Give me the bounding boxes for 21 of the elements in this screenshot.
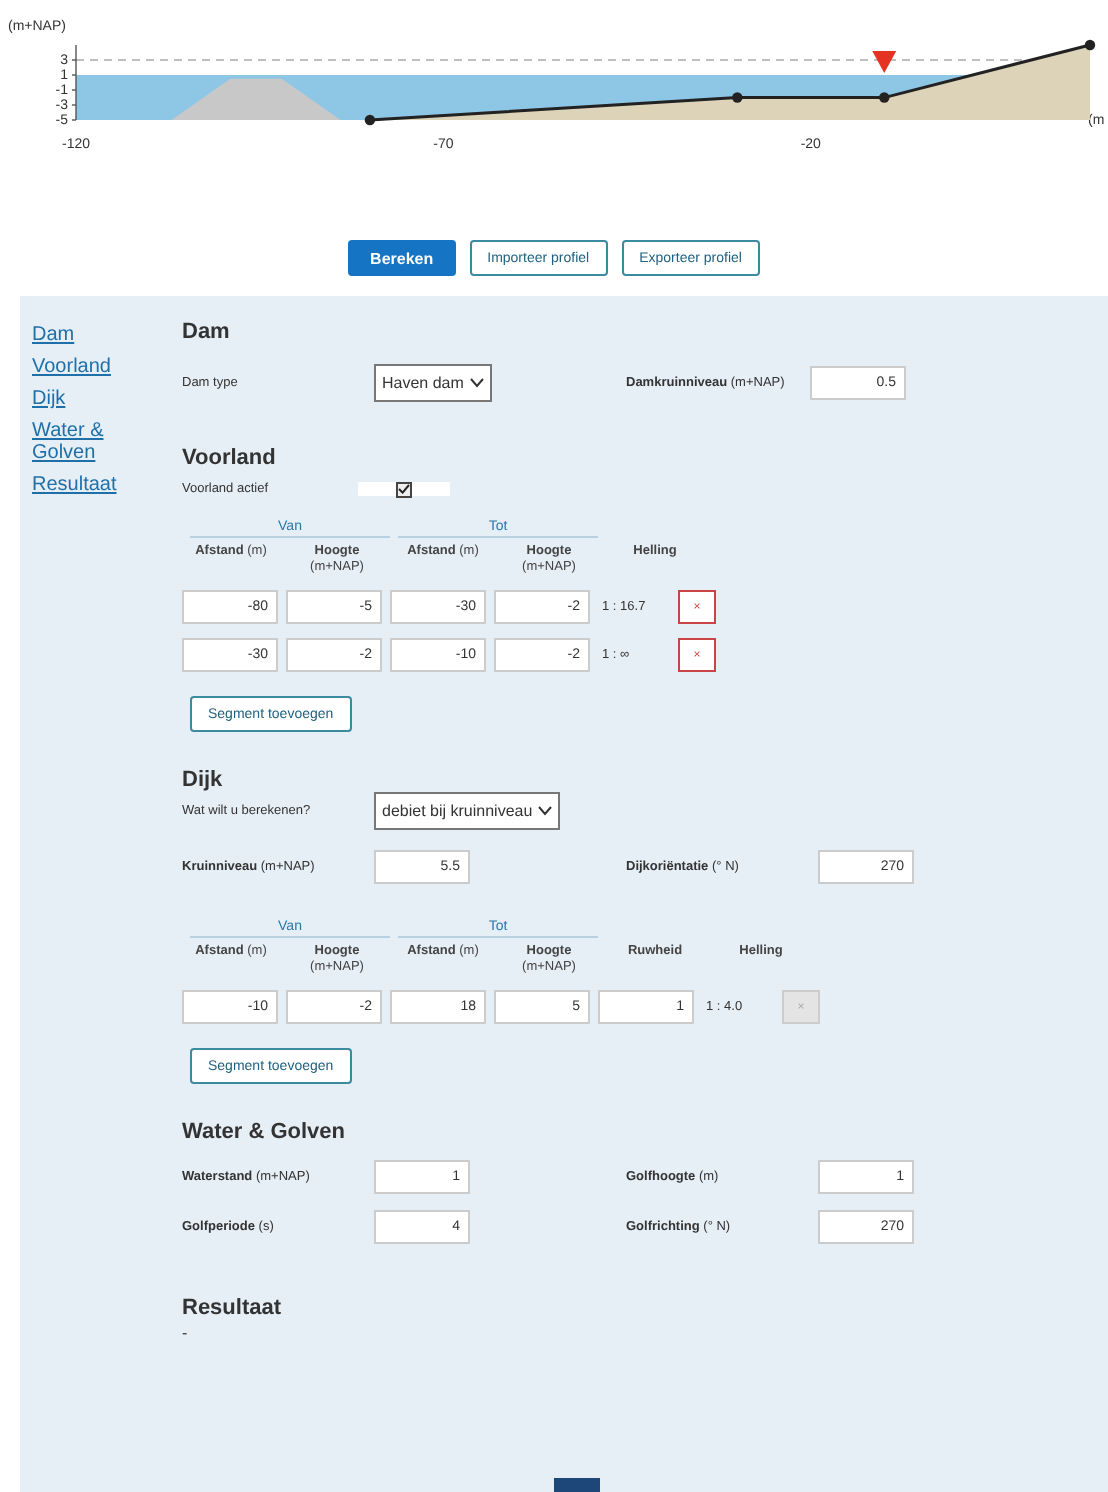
dam-type-select[interactable]: Haven dam (374, 364, 492, 402)
section-heading: Dam (182, 320, 232, 344)
sidebar-link[interactable]: Resultaat (32, 474, 120, 496)
point (879, 92, 890, 103)
sidebar-link[interactable]: Dam (32, 324, 120, 346)
point (732, 92, 743, 103)
chevron-icon (538, 806, 553, 816)
checkbox[interactable] (396, 481, 412, 497)
sidebar-link[interactable]: Voorland (32, 356, 120, 378)
result-text: - (182, 1324, 190, 1342)
calculation-select[interactable]: debiet bij kruinniveau (374, 792, 561, 830)
section-heading: Dijk (182, 768, 225, 792)
section-heading: Voorland (182, 446, 278, 470)
section-heading: Resultaat (182, 1296, 284, 1320)
section-heading: Water & Golven (182, 1120, 347, 1144)
sidebar-link[interactable]: Water & Golven (32, 420, 120, 464)
point (364, 114, 376, 126)
point (1084, 39, 1096, 51)
sidebar-link[interactable]: Dijk (32, 388, 120, 410)
chevron-icon (469, 378, 484, 388)
calculate-button[interactable]: Bereken (348, 240, 456, 276)
